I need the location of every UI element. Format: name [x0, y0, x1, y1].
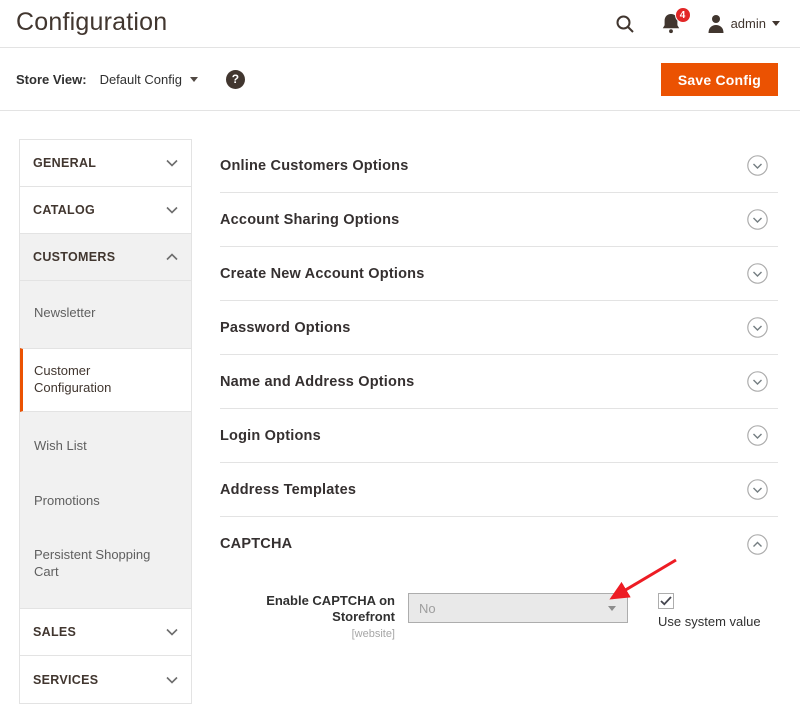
chevron-down-circle-icon[interactable]: [747, 155, 768, 176]
notification-count-badge: 4: [675, 7, 691, 23]
config-main: Online Customers Options Account Sharing…: [220, 139, 778, 641]
section-title: Name and Address Options: [220, 374, 414, 390]
section-address-templates[interactable]: Address Templates: [220, 463, 778, 517]
section-create-new-account-options[interactable]: Create New Account Options: [220, 247, 778, 301]
chevron-down-circle-icon[interactable]: [747, 317, 768, 338]
use-system-value-wrap: Use system value: [658, 593, 761, 629]
store-view-label: Store View:: [16, 72, 87, 87]
chevron-down-circle-icon[interactable]: [747, 263, 768, 284]
sidebar-item-persistent-shopping-cart[interactable]: Persistent Shopping Cart: [20, 528, 191, 600]
caret-down-icon: [190, 77, 198, 82]
user-icon: [707, 14, 725, 33]
section-title: CAPTCHA: [220, 536, 292, 552]
sidebar-section-label: SERVICES: [33, 673, 98, 687]
section-account-sharing-options[interactable]: Account Sharing Options: [220, 193, 778, 247]
sidebar-section-services[interactable]: SERVICES: [20, 656, 191, 703]
chevron-down-circle-icon[interactable]: [747, 425, 768, 446]
sidebar-item-newsletter[interactable]: Newsletter: [20, 286, 191, 341]
section-password-options[interactable]: Password Options: [220, 301, 778, 355]
section-title: Account Sharing Options: [220, 212, 399, 228]
section-online-customers-options[interactable]: Online Customers Options: [220, 139, 778, 193]
enable-captcha-select: No: [408, 593, 628, 623]
sidebar-section-label: GENERAL: [33, 156, 96, 170]
content-area: GENERAL CATALOG CUSTOMERS Newsletter Cus…: [0, 111, 800, 704]
notifications-bell-icon[interactable]: 4: [661, 13, 681, 34]
sidebar-section-catalog[interactable]: CATALOG: [20, 187, 191, 234]
use-system-value-checkbox[interactable]: [658, 593, 674, 609]
save-config-button[interactable]: Save Config: [661, 63, 778, 96]
page-header: Configuration 4 admin: [0, 0, 800, 47]
use-system-value-label: Use system value: [658, 614, 761, 629]
enable-captcha-select-wrap: No: [408, 593, 628, 623]
store-view-dropdown[interactable]: Default Config: [100, 72, 198, 87]
store-view-toolbar: Store View: Default Config ? Save Config: [0, 47, 800, 111]
sidebar-section-customers[interactable]: CUSTOMERS: [20, 234, 191, 281]
page-title: Configuration: [16, 8, 167, 37]
chevron-down-icon: [166, 206, 178, 214]
customers-submenu: Newsletter Customer Configuration Wish L…: [20, 281, 191, 609]
section-title: Login Options: [220, 428, 321, 444]
field-scope-hint: [website]: [220, 628, 395, 642]
search-icon[interactable]: [615, 14, 635, 34]
sidebar-item-customer-configuration[interactable]: Customer Configuration: [20, 348, 191, 412]
sidebar-section-general[interactable]: GENERAL: [20, 140, 191, 187]
header-actions: 4 admin: [615, 13, 780, 34]
field-label-text: Enable CAPTCHA on Storefront: [220, 593, 395, 626]
enable-captcha-field-label: Enable CAPTCHA on Storefront [website]: [220, 593, 395, 641]
chevron-down-circle-icon[interactable]: [747, 209, 768, 230]
sidebar-section-label: SALES: [33, 625, 76, 639]
captcha-section-content: Enable CAPTCHA on Storefront [website] N…: [220, 571, 778, 641]
sidebar-section-label: CATALOG: [33, 203, 95, 217]
chevron-down-circle-icon[interactable]: [747, 479, 768, 500]
chevron-down-icon: [166, 628, 178, 636]
sidebar-section-sales[interactable]: SALES: [20, 609, 191, 656]
checkmark-icon: [660, 596, 672, 606]
sidebar-section-label: CUSTOMERS: [33, 250, 115, 264]
caret-down-icon: [772, 21, 780, 26]
section-title: Online Customers Options: [220, 158, 409, 174]
admin-account-menu[interactable]: admin: [707, 14, 780, 33]
sidebar-item-wish-list[interactable]: Wish List: [20, 419, 191, 474]
chevron-up-icon: [166, 253, 178, 261]
section-title: Create New Account Options: [220, 266, 424, 282]
section-title: Address Templates: [220, 482, 356, 498]
help-icon[interactable]: ?: [226, 70, 245, 89]
chevron-up-circle-icon[interactable]: [747, 534, 768, 555]
store-view-value: Default Config: [100, 72, 182, 87]
admin-username: admin: [731, 16, 766, 31]
section-login-options[interactable]: Login Options: [220, 409, 778, 463]
config-sidebar: GENERAL CATALOG CUSTOMERS Newsletter Cus…: [19, 139, 192, 704]
chevron-down-icon: [166, 159, 178, 167]
select-caret-icon: [608, 606, 616, 611]
section-name-and-address-options[interactable]: Name and Address Options: [220, 355, 778, 409]
chevron-down-icon: [166, 676, 178, 684]
section-title: Password Options: [220, 320, 351, 336]
section-captcha[interactable]: CAPTCHA: [220, 517, 778, 571]
sidebar-item-promotions[interactable]: Promotions: [20, 474, 191, 529]
chevron-down-circle-icon[interactable]: [747, 371, 768, 392]
